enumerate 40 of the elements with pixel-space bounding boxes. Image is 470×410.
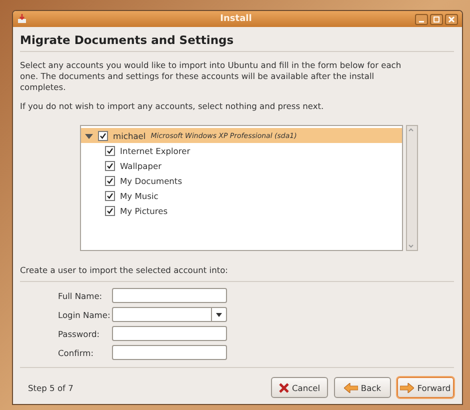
dropdown-icon xyxy=(216,312,222,316)
item-label: Internet Explorer xyxy=(120,146,190,156)
close-button[interactable] xyxy=(445,14,458,24)
right-arrow-icon xyxy=(400,382,414,392)
intro-text: Select any accounts you would like to import into Ubuntu and fill in the form below for each one. The documents and settings for these accounts will be available after the install completes. xyxy=(20,60,402,93)
field-label: Confirm: xyxy=(58,348,94,358)
back-button[interactable]: Back xyxy=(334,377,391,398)
installer-icon xyxy=(17,14,27,24)
input-field[interactable] xyxy=(112,326,227,341)
input-field[interactable] xyxy=(112,288,227,303)
login-name-combo[interactable] xyxy=(112,307,227,322)
maximize-icon xyxy=(433,16,440,22)
note-text: If you do not wish to import any accounts, select nothing and press next. xyxy=(20,101,325,112)
form-title: Create a user to import the selected account into: xyxy=(20,265,454,282)
checkbox[interactable] xyxy=(98,130,108,140)
minimize-button[interactable] xyxy=(415,14,428,24)
input-field[interactable] xyxy=(112,345,227,360)
item-label: My Pictures xyxy=(120,206,168,216)
step-indicator: Step 5 of 7 xyxy=(28,382,74,392)
close-icon xyxy=(448,16,455,22)
item-label: Wallpaper xyxy=(120,160,162,170)
cancel-x-icon xyxy=(278,382,289,392)
item-label: My Music xyxy=(120,190,158,200)
cancel-button[interactable]: Cancel xyxy=(271,377,328,398)
field-label: Full Name: xyxy=(58,290,104,300)
checkbox[interactable] xyxy=(105,160,115,170)
maximize-button[interactable] xyxy=(430,14,443,24)
window-title: Install xyxy=(219,14,253,24)
left-arrow-icon xyxy=(344,382,358,392)
checkbox[interactable] xyxy=(105,190,115,200)
item-label: My Documents xyxy=(120,176,182,186)
forward-button[interactable]: Forward xyxy=(397,377,454,398)
checkbox[interactable] xyxy=(105,206,115,216)
checkbox[interactable] xyxy=(105,176,115,186)
checkbox[interactable] xyxy=(105,146,115,156)
expander-icon[interactable] xyxy=(85,132,93,140)
page-heading: Migrate Documents and Settings xyxy=(20,33,454,52)
account-name: michael xyxy=(113,130,146,140)
field-label: Login Name: xyxy=(58,310,112,320)
field-label: Password: xyxy=(58,328,101,338)
